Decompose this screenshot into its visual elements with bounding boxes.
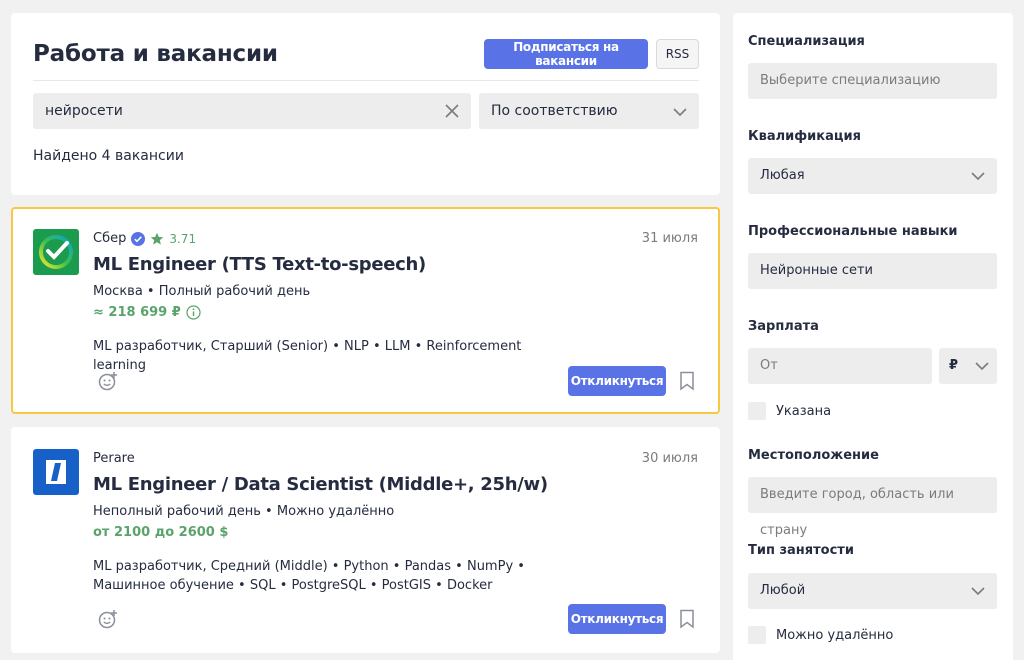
chevron-down-icon [971, 172, 985, 181]
vacancy-date: 30 июля [641, 451, 698, 466]
skills-label: Профессиональные навыки [748, 224, 958, 239]
info-icon[interactable] [186, 305, 201, 320]
salary-from-input[interactable]: От [748, 348, 932, 384]
specialization-label: Специализация [748, 34, 865, 49]
header-divider [33, 80, 699, 81]
filters-sidebar: Специализация Выберите специализацию Ква… [733, 13, 1013, 660]
search-input[interactable] [33, 93, 423, 129]
vacancy-title[interactable]: ML Engineer (TTS Text-to-speech) [93, 254, 426, 275]
vacancy-title[interactable]: ML Engineer / Data Scientist (Middle+, 2… [93, 474, 548, 495]
apply-button[interactable]: Откликнуться [568, 604, 666, 634]
subscribe-button[interactable]: Подписаться на вакансии [484, 39, 648, 69]
page-title: Работа и вакансии [33, 41, 278, 67]
employment-value: Любой [760, 583, 806, 598]
rss-button[interactable]: RSS [656, 39, 699, 69]
vacancy-skills: ML разработчик, Средний (Middle) • Pytho… [93, 559, 525, 593]
bookmark-icon[interactable] [678, 609, 696, 629]
salary-value: ≈ 218 699 ₽ [93, 305, 181, 320]
verified-icon [131, 231, 146, 246]
star-icon [151, 232, 164, 245]
search-box [33, 93, 471, 129]
perare-logo-icon[interactable] [33, 449, 79, 495]
company-rating: 3.71 [169, 231, 197, 246]
company-info: Perare [93, 451, 135, 466]
vacancy-card[interactable]: Сбер 3.71 31 июля ML Engineer (TTS Text-… [11, 207, 720, 414]
chevron-down-icon [673, 108, 687, 117]
vacancy-date: 31 июля [641, 231, 698, 246]
vacancy-meta: Неполный рабочий день • Можно удалённо [93, 504, 395, 519]
add-reaction-icon[interactable] [97, 370, 119, 392]
qualification-select[interactable]: Любая [748, 158, 997, 194]
employment-label: Тип занятости [748, 543, 854, 558]
vacancy-skills: ML разработчик, Старший (Senior) • NLP •… [93, 339, 522, 373]
bookmark-icon[interactable] [678, 371, 696, 391]
chevron-down-icon [971, 587, 985, 596]
vacancy-meta: Москва • Полный рабочий день [93, 284, 311, 299]
location-input[interactable]: Введите город, область или страну [748, 477, 997, 538]
vacancies-header-panel: Работа и вакансии Подписаться на ваканси… [11, 13, 720, 195]
location-label: Местоположение [748, 448, 879, 463]
sber-logo-icon[interactable] [33, 229, 79, 275]
salary-specified-checkbox[interactable]: Указана [748, 402, 831, 420]
apply-button[interactable]: Откликнуться [568, 366, 666, 396]
vacancy-salary: от 2100 до 2600 $ [93, 525, 228, 540]
company-info: Сбер 3.71 [93, 231, 196, 246]
specialization-select[interactable]: Выберите специализацию [748, 63, 997, 99]
sort-selected-value: По соответствию [491, 103, 618, 119]
currency-value: ₽ [949, 358, 959, 373]
checkbox-box[interactable] [748, 402, 766, 420]
skills-input[interactable]: Нейронные сети [748, 253, 997, 289]
remote-checkbox[interactable]: Можно удалённо [748, 626, 893, 644]
checkbox-label: Можно удалённо [776, 627, 894, 643]
vacancy-salary: ≈ 218 699 ₽ [93, 305, 201, 320]
results-count: Найдено 4 вакансии [33, 148, 184, 164]
qualification-value: Любая [760, 168, 805, 183]
salary-label: Зарплата [748, 319, 819, 334]
add-reaction-icon[interactable] [97, 608, 119, 630]
company-name[interactable]: Perare [93, 451, 135, 466]
sort-select[interactable]: По соответствию [479, 93, 699, 129]
currency-select[interactable]: ₽ [939, 348, 997, 384]
salary-value: от 2100 до 2600 $ [93, 525, 229, 540]
vacancy-card[interactable]: Perare 30 июля ML Engineer / Data Scient… [11, 427, 720, 653]
close-icon[interactable] [443, 102, 461, 120]
employment-select[interactable]: Любой [748, 573, 997, 609]
chevron-down-icon [975, 362, 989, 371]
checkbox-box[interactable] [748, 626, 766, 644]
checkbox-label: Указана [776, 403, 832, 419]
qualification-label: Квалификация [748, 129, 861, 144]
company-name[interactable]: Сбер [93, 231, 126, 246]
